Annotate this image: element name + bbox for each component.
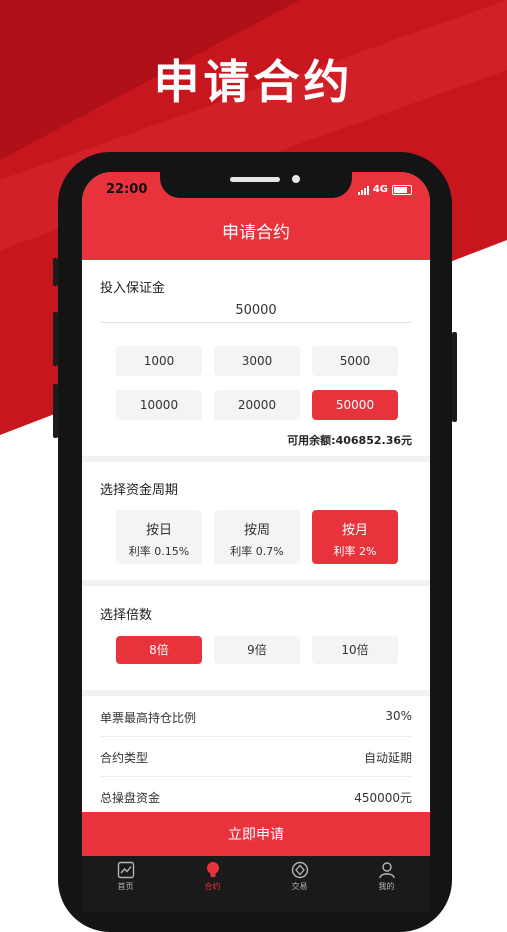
bottom-tab-bar: 首页 合约 交易 我的	[82, 856, 430, 912]
deposit-title: 投入保证金	[100, 281, 166, 296]
phone-notch	[160, 172, 352, 198]
promo-title: 申请合约	[153, 55, 354, 109]
bulb-icon	[206, 862, 219, 877]
status-time: 22:00	[106, 182, 148, 197]
deposit-section: 投入保证金 1000 3000 5000 10000 20000 50000 可…	[82, 260, 430, 456]
info-value: 450000元	[354, 791, 412, 805]
multiple-section: 选择倍数 8倍 9倍 10倍	[82, 586, 430, 690]
phone-side-button	[452, 332, 457, 422]
period-rate: 利率 2%	[333, 545, 377, 558]
period-rate: 利率 0.15%	[128, 545, 190, 558]
phone-screen: 22:00 4G 申请合约 投入保证金 1000 3000 5000 10000…	[82, 172, 430, 912]
period-section: 选择资金周期 按日 利率 0.15% 按周 利率 0.7% 按月 利率 2%	[82, 462, 430, 580]
tab-label: 合约	[204, 882, 221, 891]
phone-side-button	[53, 258, 58, 286]
contract-info-section: 单票最高持仓比例 30% 合约类型 自动延期 总操盘资金 450000元	[82, 696, 430, 812]
period-option-weekly[interactable]: 按周 利率 0.7%	[214, 510, 300, 564]
period-option-monthly[interactable]: 按月 利率 2%	[312, 510, 398, 564]
multiple-option[interactable]: 10倍	[312, 636, 398, 664]
period-name: 按月	[341, 523, 368, 538]
signal-icon	[357, 185, 369, 195]
deposit-option-selected[interactable]: 50000	[312, 390, 398, 420]
deposit-option[interactable]: 5000	[312, 346, 398, 376]
chart-icon	[117, 861, 134, 879]
deposit-amount-input[interactable]	[100, 298, 412, 323]
info-label: 合约类型	[100, 751, 149, 765]
user-icon	[378, 862, 395, 879]
available-balance: 可用余额:406852.36元	[287, 434, 412, 447]
period-rate: 利率 0.7%	[230, 545, 284, 558]
tab-trade[interactable]: 交易	[256, 856, 343, 900]
tab-profile[interactable]: 我的	[343, 856, 430, 900]
deposit-option[interactable]: 3000	[214, 346, 300, 376]
network-type: 4G	[372, 184, 388, 195]
info-row-total-funds: 总操盘资金 450000元	[100, 776, 412, 816]
status-bar: 22:00 4G	[82, 172, 430, 210]
front-camera	[292, 175, 300, 183]
multiple-option-selected[interactable]: 8倍	[116, 636, 202, 664]
tab-label: 交易	[291, 882, 308, 891]
tab-label: 我的	[378, 882, 395, 891]
period-option-daily[interactable]: 按日 利率 0.15%	[116, 510, 202, 564]
multiple-option[interactable]: 9倍	[214, 636, 300, 664]
period-name: 按周	[243, 523, 270, 538]
info-value: 自动延期	[363, 751, 412, 765]
period-name: 按日	[145, 523, 172, 538]
info-label: 总操盘资金	[100, 791, 161, 805]
deposit-option[interactable]: 10000	[116, 390, 202, 420]
speaker-grille	[230, 177, 280, 182]
apply-button[interactable]: 立即申请	[82, 812, 430, 856]
info-value: 30%	[385, 709, 412, 723]
trade-icon	[291, 861, 308, 879]
info-label: 单票最高持仓比例	[100, 711, 197, 725]
multiple-title: 选择倍数	[100, 608, 153, 623]
info-row-max-position: 单票最高持仓比例 30%	[100, 696, 412, 737]
period-title: 选择资金周期	[100, 483, 179, 498]
page-title: 申请合约	[82, 210, 430, 260]
phone-side-button	[53, 384, 58, 438]
info-row-contract-type: 合约类型 自动延期	[100, 736, 412, 777]
tab-label: 首页	[117, 882, 134, 891]
tab-contract[interactable]: 合约	[169, 856, 256, 900]
deposit-option[interactable]: 20000	[214, 390, 300, 420]
tab-home[interactable]: 首页	[82, 856, 169, 900]
deposit-option[interactable]: 1000	[116, 346, 202, 376]
battery-icon	[392, 184, 412, 195]
network-indicator: 4G	[357, 184, 412, 195]
phone-side-button	[53, 312, 58, 366]
